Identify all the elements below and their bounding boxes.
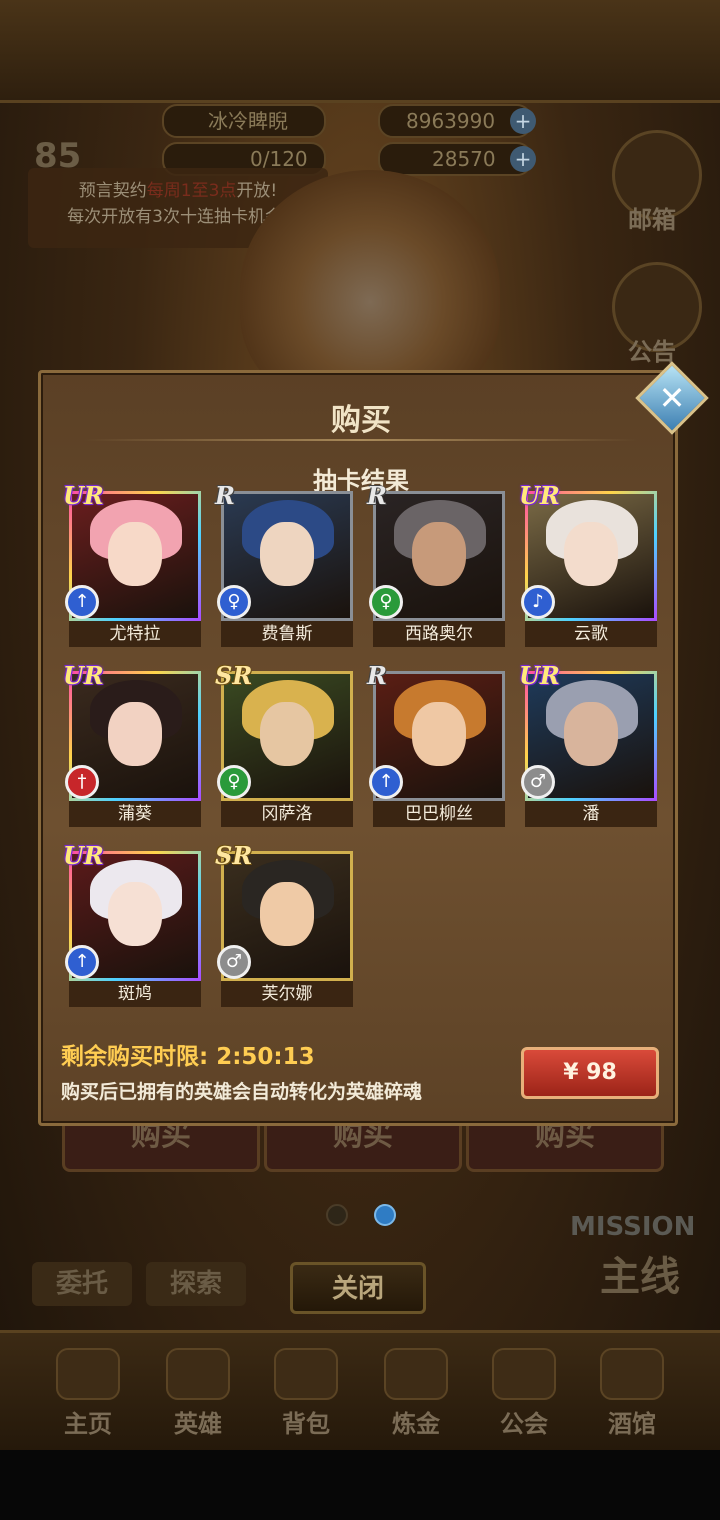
spear-icon: ↑ (369, 765, 403, 799)
hero-face (260, 702, 314, 766)
hero-card[interactable]: R ↑ 巴巴柳丝 (367, 661, 505, 827)
hero-name: 斑鸠 (69, 981, 201, 1007)
rarity-badge: R (367, 661, 387, 690)
spear-icon: ↑ (65, 945, 99, 979)
rarity-badge: UR (63, 661, 104, 690)
hero-face (260, 882, 314, 946)
hero-face (108, 702, 162, 766)
hero-name: 潘 (525, 801, 657, 827)
page-dot-2[interactable] (374, 1204, 396, 1226)
hero-name: 西路奥尔 (373, 621, 505, 647)
purchase-timer: 剩余购买时限: 2:50:13 (61, 1044, 315, 1070)
mace-icon: ♂ (521, 765, 555, 799)
hero-face (108, 522, 162, 586)
hero-name: 云歌 (525, 621, 657, 647)
alchemy-icon (384, 1348, 448, 1400)
hero-name: 尤特拉 (69, 621, 201, 647)
rarity-badge: UR (63, 481, 104, 510)
hero-name: 芙尔娜 (221, 981, 353, 1007)
mace-icon: ♂ (217, 945, 251, 979)
hero-face (564, 702, 618, 766)
hero-card[interactable]: UR ♪ 云歌 (519, 481, 657, 647)
rarity-badge: SR (215, 841, 253, 870)
hero-card[interactable]: UR ♂ 潘 (519, 661, 657, 827)
close-button[interactable]: 关闭 (290, 1262, 426, 1314)
guild-icon (492, 1348, 556, 1400)
hero-name: 费鲁斯 (221, 621, 353, 647)
rarity-badge: SR (215, 661, 253, 690)
mail-label: 邮箱 (628, 206, 676, 234)
purchase-modal: 购买 抽卡结果 UR ↑ 尤特拉 R ♀ 费鲁斯 R ♀ 西路奥尔 UR ♪ 云歌 UR † 蒲葵 SR ♀ 冈萨… (38, 370, 678, 1126)
mission-button[interactable]: 主线 (600, 1244, 680, 1302)
rarity-badge: R (367, 481, 387, 510)
sword-icon: † (65, 765, 99, 799)
hero-name: 冈萨洛 (221, 801, 353, 827)
add-gold-icon[interactable]: + (510, 108, 536, 134)
hero-name: 蒲葵 (69, 801, 201, 827)
rarity-badge: UR (519, 481, 560, 510)
harp-icon: ♪ (521, 585, 555, 619)
rarity-badge: R (215, 481, 235, 510)
explore-tab[interactable]: 探索 (146, 1262, 246, 1306)
mission-en-label: MISSION (570, 1212, 696, 1242)
hero-face (564, 522, 618, 586)
system-bar (0, 1450, 720, 1520)
staff-icon: ♀ (217, 765, 251, 799)
gem-counter: 28570 + (378, 142, 536, 176)
spear-icon: ↑ (65, 585, 99, 619)
add-gem-icon[interactable]: + (510, 146, 536, 172)
nav-tavern[interactable]: 酒馆 (584, 1348, 680, 1439)
page-dot-1[interactable] (326, 1204, 348, 1226)
hero-card[interactable]: SR ♂ 芙尔娜 (215, 841, 353, 1007)
nav-home[interactable]: 主页 (40, 1348, 136, 1439)
staff-icon: ♀ (369, 585, 403, 619)
gold-counter: 8963990 + (378, 104, 536, 138)
rarity-badge: UR (63, 841, 104, 870)
hero-card[interactable]: R ♀ 西路奥尔 (367, 481, 505, 647)
hero-name: 巴巴柳丝 (373, 801, 505, 827)
hero-face (412, 522, 466, 586)
hero-card[interactable]: SR ♀ 冈萨洛 (215, 661, 353, 827)
commission-tab[interactable]: 委托 (32, 1262, 132, 1306)
announcement-label: 公告 (628, 338, 676, 366)
rarity-badge: UR (519, 661, 560, 690)
nav-guild[interactable]: 公会 (476, 1348, 572, 1439)
hero-card[interactable]: UR ↑ 斑鸠 (63, 841, 201, 1007)
top-bar (0, 0, 720, 103)
nav-bag[interactable]: 背包 (258, 1348, 354, 1439)
conversion-note: 购买后已拥有的英雄会自动转化为英雄碎魂 (61, 1081, 423, 1103)
tavern-icon (600, 1348, 664, 1400)
hero-face (260, 522, 314, 586)
bag-icon (274, 1348, 338, 1400)
hero-card[interactable]: UR † 蒲葵 (63, 661, 201, 827)
staff-icon: ♀ (217, 585, 251, 619)
home-icon (56, 1348, 120, 1400)
modal-title: 购买 (331, 403, 391, 438)
hero-face (412, 702, 466, 766)
resource-name: 冰冷睥睨 (162, 104, 326, 138)
nav-alchemy[interactable]: 炼金 (368, 1348, 464, 1439)
hero-icon (166, 1348, 230, 1400)
hero-card[interactable]: UR ↑ 尤特拉 (63, 481, 201, 647)
hero-card[interactable]: R ♀ 费鲁斯 (215, 481, 353, 647)
nav-heroes[interactable]: 英雄 (150, 1348, 246, 1439)
hero-face (108, 882, 162, 946)
title-divider (85, 439, 637, 441)
close-icon: ✕ (658, 379, 686, 417)
price-button[interactable]: ¥ 98 (521, 1047, 659, 1099)
